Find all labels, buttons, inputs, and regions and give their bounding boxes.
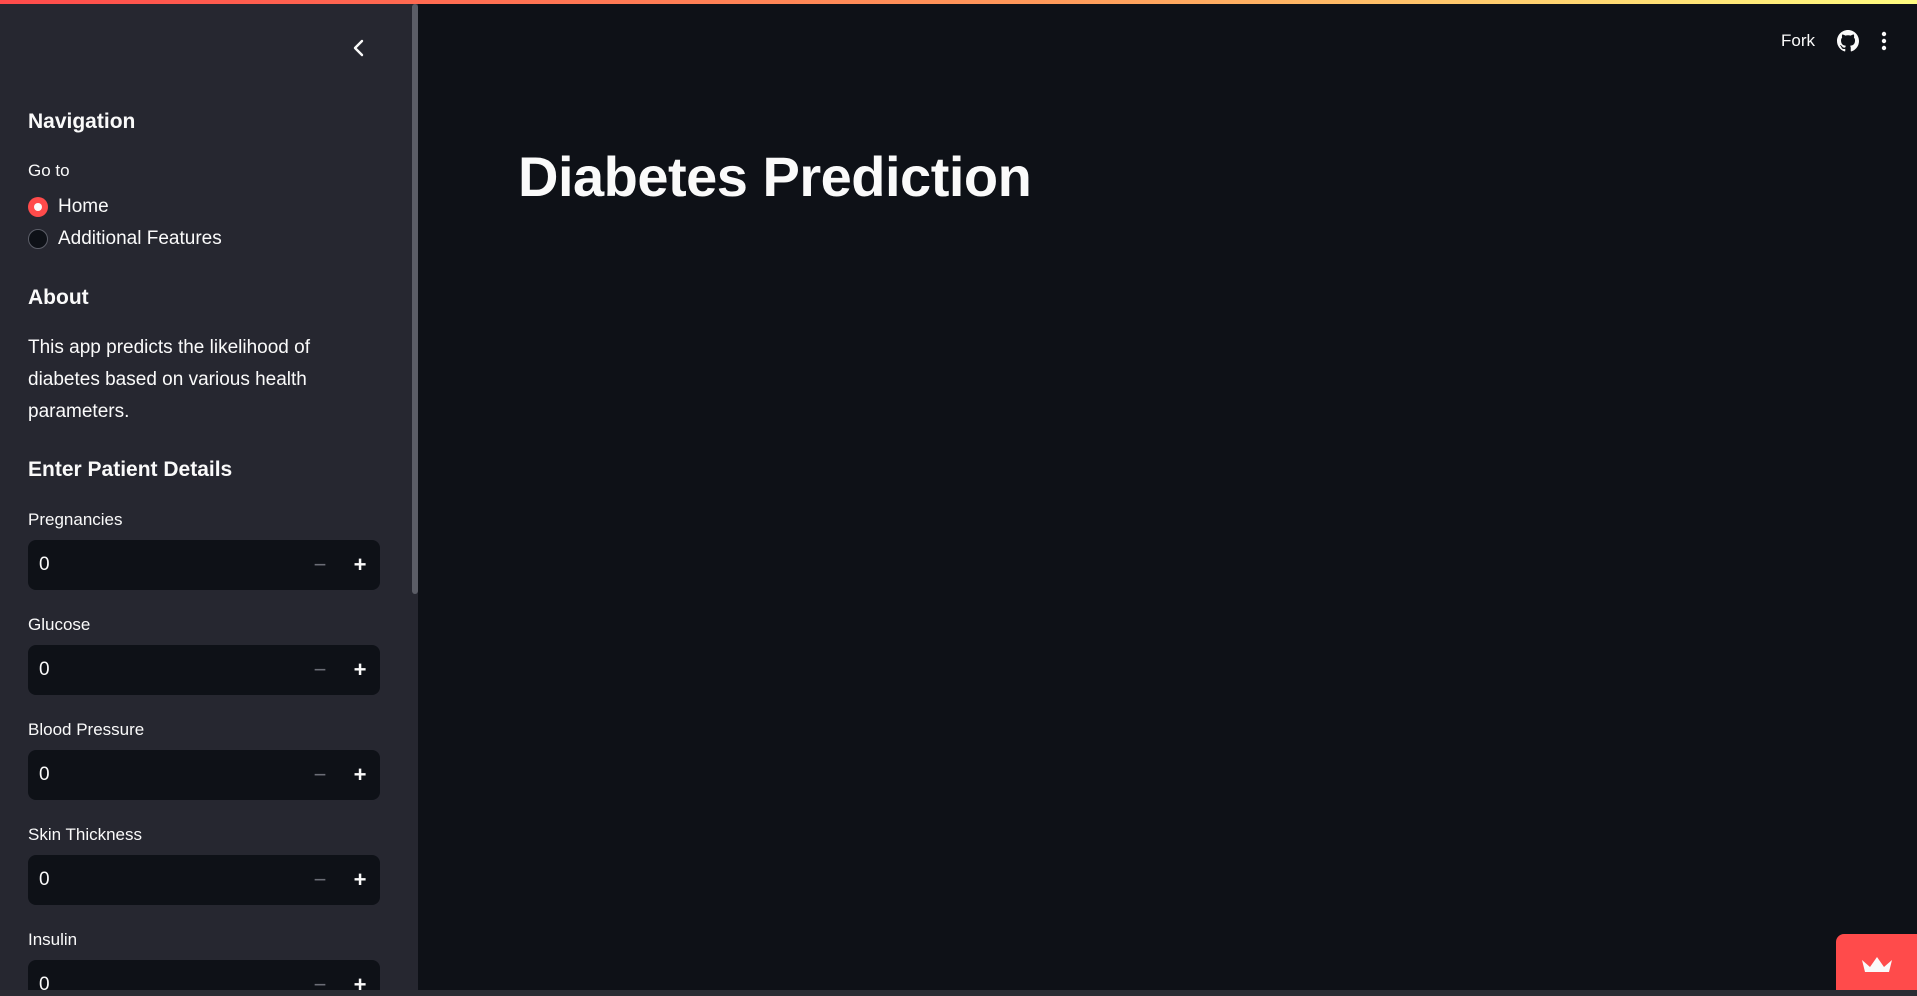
increment-button[interactable]: + (340, 645, 380, 695)
field-label-blood-pressure: Blood Pressure (28, 720, 145, 739)
goto-label: Go to (28, 161, 70, 180)
about-text: This app predicts the likelihood of diab… (28, 337, 310, 422)
more-vertical-icon (1881, 31, 1887, 51)
sidebar-scrollbar[interactable] (412, 4, 418, 594)
navigation-heading: Navigation (28, 110, 136, 133)
top-decoration-bar (0, 0, 1917, 4)
streamlit-badge[interactable] (1836, 934, 1917, 996)
input-value[interactable]: 0 (28, 869, 300, 891)
input-value[interactable]: 0 (28, 554, 300, 576)
collapse-sidebar-button[interactable] (345, 32, 373, 64)
field-label-glucose: Glucose (28, 615, 91, 634)
radio-unselected[interactable] (28, 229, 48, 249)
radio-selected[interactable] (28, 197, 48, 217)
decrement-button[interactable]: − (300, 855, 340, 905)
page-title: Diabetes Prediction (518, 145, 1032, 208)
decrement-button[interactable]: − (300, 540, 340, 590)
input-value[interactable]: 0 (28, 659, 300, 681)
decrement-button[interactable]: − (300, 645, 340, 695)
github-icon (1837, 30, 1859, 52)
increment-button[interactable]: + (340, 540, 380, 590)
increment-button[interactable]: + (340, 750, 380, 800)
patient-details-heading: Enter Patient Details (28, 458, 233, 481)
about-heading: About (28, 286, 89, 309)
glucose-number-input[interactable]: 0 − + (28, 645, 380, 695)
pregnancies-number-input[interactable]: 0 − + (28, 540, 380, 590)
increment-button[interactable]: + (340, 855, 380, 905)
field-label-skin-thickness: Skin Thickness (28, 825, 143, 844)
chevron-left-icon (353, 39, 364, 57)
crown-icon (1861, 957, 1892, 972)
nav-option-label: Additional Features (58, 228, 222, 249)
main-menu-button[interactable] (1881, 31, 1887, 51)
nav-option-label: Home (58, 196, 109, 217)
blood-pressure-number-input[interactable]: 0 − + (28, 750, 380, 800)
fork-link[interactable]: Fork (1781, 31, 1815, 51)
header-actions: Fork (1781, 30, 1887, 52)
sidebar: Navigation Go to Home Additional Feature… (0, 0, 418, 996)
github-button[interactable] (1837, 30, 1859, 52)
decrement-button[interactable]: − (300, 750, 340, 800)
input-value[interactable]: 0 (28, 764, 300, 786)
nav-option-home[interactable]: Home (28, 196, 109, 218)
field-label-insulin: Insulin (28, 930, 78, 949)
skin-thickness-number-input[interactable]: 0 − + (28, 855, 380, 905)
bottom-divider (0, 990, 1917, 996)
field-label-pregnancies: Pregnancies (28, 510, 123, 529)
nav-option-additional-features[interactable]: Additional Features (28, 228, 222, 250)
